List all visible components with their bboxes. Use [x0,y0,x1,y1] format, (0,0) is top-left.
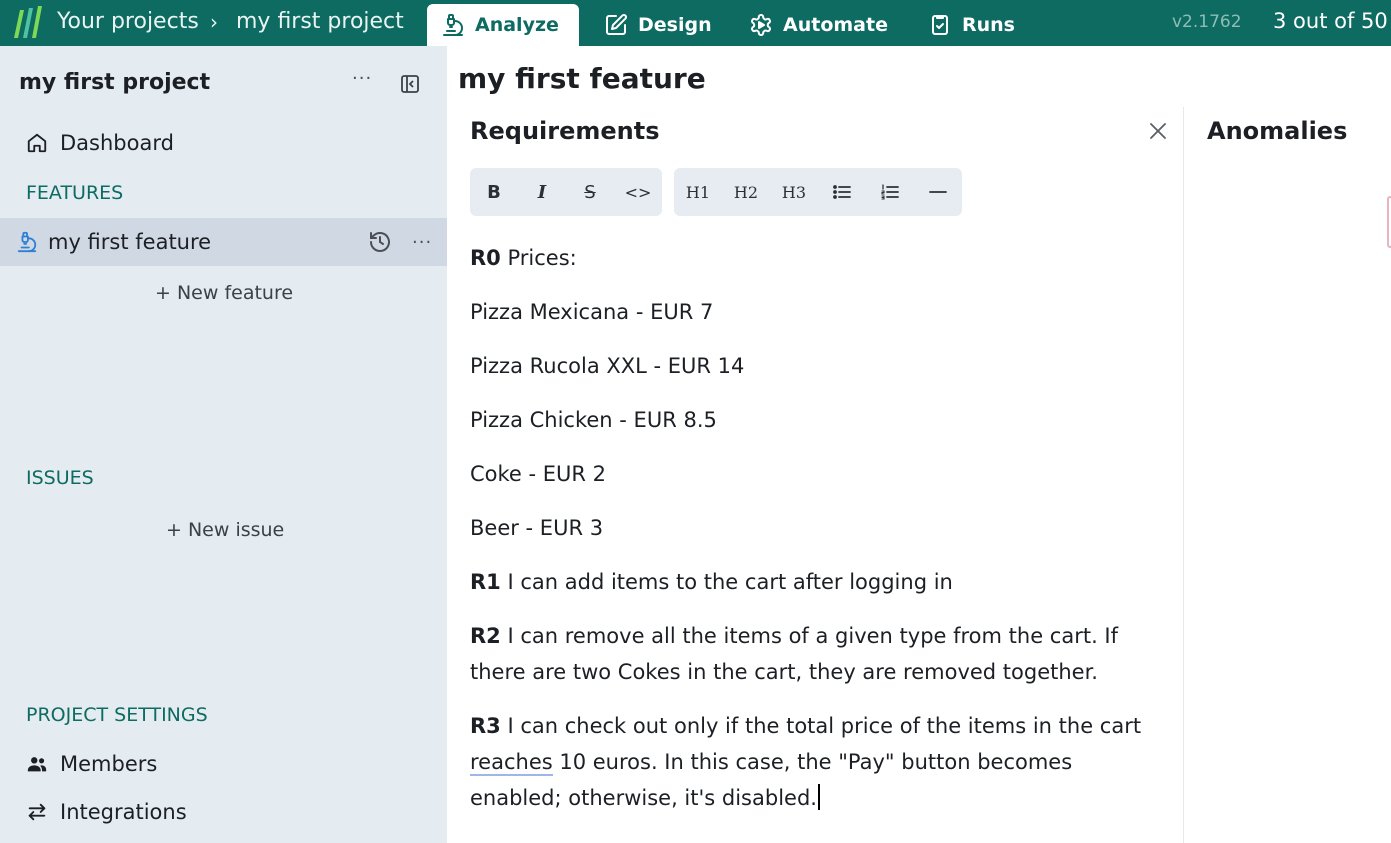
horizontal-rule-icon [929,191,947,193]
features-heading: FEATURES [26,182,124,204]
app-logo-icon[interactable] [10,4,46,42]
panel-divider [1183,107,1184,843]
pencil-square-icon [606,14,627,35]
close-icon[interactable] [1146,119,1170,143]
sidebar: my first project ··· Dashboard FEATURES … [0,46,447,843]
requirement-r0-tag: R0 [470,246,501,270]
tab-analyze-label: Analyze [475,14,559,36]
format-toolbar-inline: B I S <> [470,168,662,216]
page-title: my first feature [458,62,706,95]
price-line[interactable]: Beer - EUR 3 [470,510,1170,546]
gear-play-icon [751,14,771,36]
heading3-button[interactable]: H3 [770,168,818,216]
bullet-list-button[interactable] [818,168,866,216]
sidebar-item-dashboard[interactable]: Dashboard [0,119,447,167]
requirement-r2-text: I can remove all the items of a given ty… [470,624,1119,684]
project-more-button[interactable]: ··· [352,68,372,89]
numbered-list-button[interactable] [866,168,914,216]
home-icon [27,133,47,153]
text-cursor [817,784,820,810]
requirement-r3-text-b: 10 euros. In this case, the "Pay" button… [470,750,1073,810]
version-label: v2.1762 [1172,12,1242,32]
breadcrumb-projects[interactable]: Your projects [57,9,199,34]
italic-button[interactable]: I [518,168,566,216]
microscope-icon [17,231,37,253]
requirement-r1-text: I can add items to the cart after loggin… [500,570,953,594]
bold-button[interactable]: B [470,168,518,216]
requirement-r2-tag: R2 [470,624,501,648]
tab-automate-label: Automate [783,14,888,36]
clipboard-check-icon [932,15,948,35]
issues-heading: ISSUES [26,467,94,489]
project-settings-heading: PROJECT SETTINGS [26,704,208,726]
anomalies-title: Anomalies [1207,117,1348,145]
sidebar-item-dashboard-label: Dashboard [60,131,174,155]
breadcrumb-project[interactable]: my first project [236,9,404,34]
tab-design-label: Design [638,14,712,36]
price-line[interactable]: Coke - EUR 2 [470,456,1170,492]
history-icon[interactable] [368,230,392,254]
requirement-r0[interactable]: R0 Prices: [470,240,1170,276]
sidebar-item-members-label: Members [60,752,158,776]
bullet-list-icon [833,185,851,199]
collapse-sidebar-icon[interactable] [400,74,420,94]
sidebar-item-integrations-label: Integrations [60,800,187,824]
sidebar-item-feature-label: my first feature [48,230,212,254]
price-line[interactable]: Pizza Chicken - EUR 8.5 [470,402,1170,438]
heading2-button[interactable]: H2 [722,168,770,216]
requirement-r3-text-a: I can check out only if the total price … [500,714,1142,738]
tab-runs-label: Runs [962,14,1015,36]
requirements-title: Requirements [470,117,660,145]
requirement-r1-tag: R1 [470,570,501,594]
format-toolbar-block: H1 H2 H3 [674,168,962,216]
breadcrumb-separator: › [210,10,218,34]
sidebar-item-members[interactable]: Members [0,740,447,788]
price-line[interactable]: Pizza Rucola XXL - EUR 14 [470,348,1170,384]
numbered-list-icon [881,184,899,200]
new-feature-button[interactable]: + New feature [155,282,293,304]
tab-analyze[interactable]: Analyze [427,4,579,46]
sidebar-item-feature[interactable]: my first feature ··· [0,218,447,266]
requirement-r3-tag: R3 [470,714,501,738]
project-title: my first project [19,70,211,95]
people-icon [27,757,47,772]
tab-design[interactable]: Design [590,4,726,46]
microscope-icon [443,14,463,36]
tab-automate[interactable]: Automate [735,4,902,46]
quota-label: 3 out of 50 [1273,9,1388,33]
requirement-r3-underlined-word[interactable]: reaches [470,750,553,776]
heading1-button[interactable]: H1 [674,168,722,216]
swap-arrows-icon [28,803,46,821]
code-button[interactable]: <> [614,168,662,216]
new-issue-button[interactable]: + New issue [166,519,284,541]
price-line[interactable]: Pizza Mexicana - EUR 7 [470,294,1170,330]
feature-more-button[interactable]: ··· [412,232,432,253]
requirement-r3[interactable]: R3 I can check out only if the total pri… [470,708,1170,816]
requirement-r0-text: Prices: [500,246,577,270]
requirement-r2[interactable]: R2 I can remove all the items of a given… [470,618,1170,690]
horizontal-rule-button[interactable] [914,168,962,216]
top-bar: Your projects › my first project Analyze… [0,0,1391,46]
edge-scroll-marker [1387,196,1391,248]
requirement-r1[interactable]: R1 I can add items to the cart after log… [470,564,1170,600]
sidebar-item-integrations[interactable]: Integrations [0,788,447,836]
tab-runs[interactable]: Runs [914,4,1029,46]
strikethrough-button[interactable]: S [566,168,614,216]
